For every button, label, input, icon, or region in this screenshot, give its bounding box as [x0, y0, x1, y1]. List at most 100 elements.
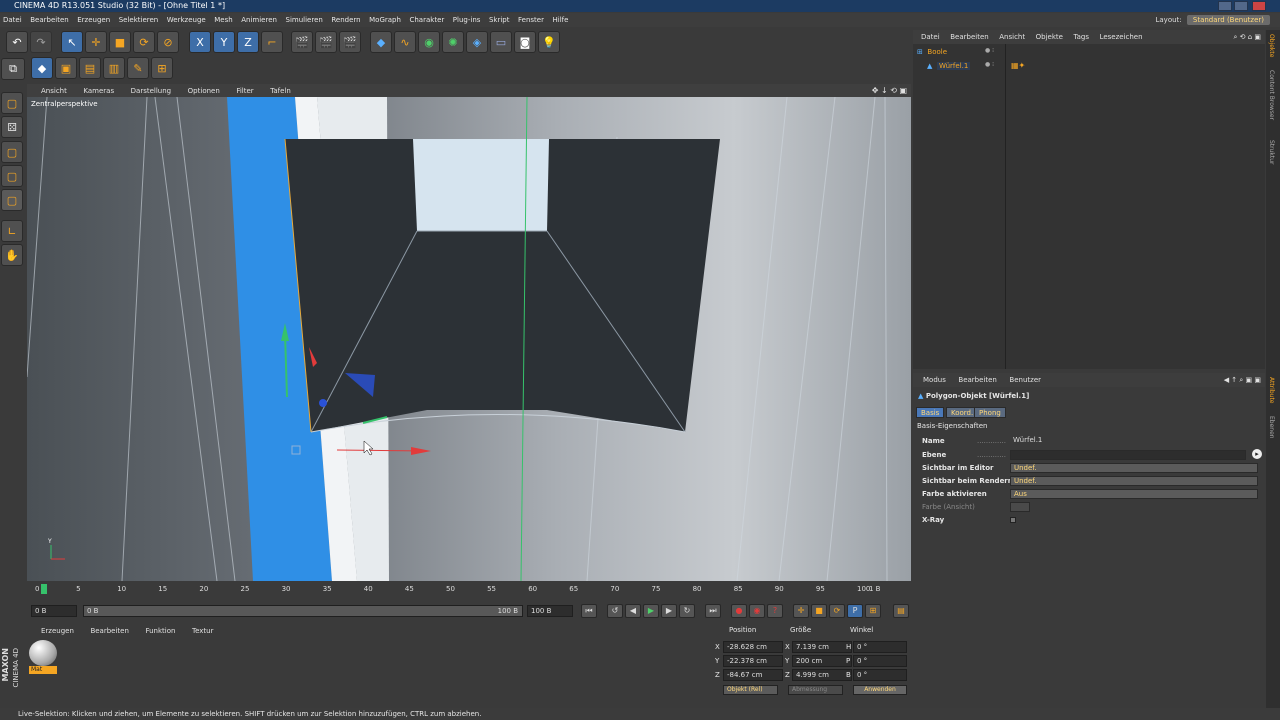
undo-icon[interactable]: ↶: [6, 31, 28, 53]
minimize-button[interactable]: [1218, 1, 1232, 11]
prev-frame-icon[interactable]: ◀: [625, 604, 641, 618]
tab-phong[interactable]: Phong: [974, 407, 1006, 418]
display-color-select[interactable]: Aus: [1010, 489, 1258, 499]
menu-erzeugen[interactable]: Erzeugen: [74, 13, 113, 27]
menu-rendern[interactable]: Rendern: [328, 13, 363, 27]
menu-selektieren[interactable]: Selektieren: [116, 13, 162, 27]
attr-menu-modus[interactable]: Modus: [923, 373, 946, 387]
attribute-nav-icons[interactable]: ◀ ↑ ⌕ ▣ ▣: [1224, 373, 1261, 387]
rotation-p-field[interactable]: 0 °: [853, 655, 907, 667]
menu-skript[interactable]: Skript: [486, 13, 513, 27]
sidebar-tab-attribute[interactable]: Attribute: [1268, 377, 1275, 404]
visible-render-select[interactable]: Undef.: [1010, 476, 1258, 486]
attr-menu-bearbeiten[interactable]: Bearbeiten: [958, 373, 996, 387]
size-z-field[interactable]: 4.999 cm: [792, 669, 852, 681]
position-x-field[interactable]: -28.628 cm: [723, 641, 783, 653]
menu-datei[interactable]: Datei: [0, 13, 25, 27]
sidebar-tab-ebenen[interactable]: Ebenen: [1268, 416, 1275, 439]
workplane-mode-icon[interactable]: ▥: [103, 57, 125, 79]
xray-checkbox[interactable]: [1010, 517, 1016, 523]
menu-bearbeiten[interactable]: Bearbeiten: [27, 13, 71, 27]
x-axis-lock-icon[interactable]: X: [189, 31, 211, 53]
layout-selector[interactable]: Layout: Standard (Benutzer): [1155, 13, 1270, 27]
tag-icons[interactable]: ▦✦: [1011, 61, 1025, 70]
goto-start-icon[interactable]: ⏮: [581, 604, 597, 618]
sidebar-tab-content-browser[interactable]: Content Browser: [1268, 70, 1275, 120]
render-settings-icon[interactable]: 🎬: [339, 31, 361, 53]
position-y-field[interactable]: -22.378 cm: [723, 655, 783, 667]
play-icon[interactable]: ▶: [643, 604, 659, 618]
maximize-button[interactable]: [1234, 1, 1248, 11]
3d-viewport[interactable]: Y Zentralperspektive: [27, 97, 911, 581]
redo-icon[interactable]: ↷: [30, 31, 52, 53]
camera-icon[interactable]: ◙: [514, 31, 536, 53]
rotation-b-field[interactable]: 0 °: [853, 669, 907, 681]
key-rotation-icon[interactable]: ⟳: [829, 604, 845, 618]
position-z-field[interactable]: -84.67 cm: [723, 669, 783, 681]
edges-mode-icon[interactable]: ⚄: [1, 116, 23, 138]
recent-tool-icon[interactable]: ⊘: [157, 31, 179, 53]
menu-hilfe[interactable]: Hilfe: [550, 13, 572, 27]
texture-mode-icon[interactable]: ▤: [79, 57, 101, 79]
floor-icon[interactable]: ▭: [490, 31, 512, 53]
playhead[interactable]: [41, 584, 47, 594]
tweak-mode-icon[interactable]: ✋: [1, 244, 23, 266]
layer-field[interactable]: [1010, 450, 1246, 460]
object-row-boole[interactable]: ⊞ Boole ● ⁝: [917, 47, 1257, 58]
points-mode-icon[interactable]: ▢: [1, 92, 23, 114]
apply-button[interactable]: Anwenden: [853, 685, 907, 695]
subdivision-icon[interactable]: ◉: [418, 31, 440, 53]
menu-mograph[interactable]: MoGraph: [366, 13, 404, 27]
obj-menu-ansicht[interactable]: Ansicht: [999, 30, 1025, 44]
material-swatch[interactable]: Mat: [29, 640, 57, 674]
tab-basis[interactable]: Basis: [916, 407, 945, 418]
autokey-icon[interactable]: ◉: [749, 604, 765, 618]
axis-mode-icon[interactable]: ∟: [1, 220, 23, 242]
object-mode-icon[interactable]: ▣: [55, 57, 77, 79]
viewport-nav-icons[interactable]: ✥ ↓ ⟲ ▣: [872, 84, 907, 97]
light-icon[interactable]: 💡: [538, 31, 560, 53]
mat-menu-textur[interactable]: Textur: [192, 624, 213, 638]
size-mode-select[interactable]: Abmessung: [788, 685, 843, 695]
uv-points-mode-icon[interactable]: ▢: [1, 165, 23, 187]
key-scale-icon[interactable]: ■: [811, 604, 827, 618]
mat-menu-bearbeiten[interactable]: Bearbeiten: [90, 624, 128, 638]
size-x-field[interactable]: 7.139 cm: [792, 641, 852, 653]
menu-charakter[interactable]: Charakter: [406, 13, 447, 27]
make-editable-icon[interactable]: ⧉: [1, 58, 25, 80]
obj-menu-lesezeichen[interactable]: Lesezeichen: [1100, 30, 1143, 44]
obj-menu-datei[interactable]: Datei: [921, 30, 940, 44]
array-icon[interactable]: ✺: [442, 31, 464, 53]
key-parameter-icon[interactable]: P: [847, 604, 863, 618]
key-position-icon[interactable]: ✛: [793, 604, 809, 618]
menu-fenster[interactable]: Fenster: [515, 13, 547, 27]
deformer-icon[interactable]: ◈: [466, 31, 488, 53]
keyframe-selection-icon[interactable]: ?: [767, 604, 783, 618]
record-key-icon[interactable]: ●: [731, 604, 747, 618]
mat-menu-funktion[interactable]: Funktion: [145, 624, 175, 638]
timeline-window-icon[interactable]: ▤: [893, 604, 909, 618]
obj-menu-tags[interactable]: Tags: [1074, 30, 1090, 44]
live-selection-icon[interactable]: ↖: [61, 31, 83, 53]
z-axis-lock-icon[interactable]: Z: [237, 31, 259, 53]
close-button[interactable]: [1252, 1, 1266, 11]
visibility-dots[interactable]: ● ⁝: [985, 61, 994, 68]
sidebar-tab-objekte[interactable]: Objekte: [1268, 34, 1275, 57]
visibility-dots[interactable]: ● ⁝: [985, 47, 994, 54]
attr-menu-benutzer[interactable]: Benutzer: [1009, 373, 1041, 387]
name-field[interactable]: Würfel.1: [1010, 436, 1258, 446]
visible-editor-select[interactable]: Undef.: [1010, 463, 1258, 473]
key-pla-icon[interactable]: ⊞: [865, 604, 881, 618]
menu-plugins[interactable]: Plug-ins: [450, 13, 484, 27]
polygons-mode-icon[interactable]: ▢: [1, 141, 23, 163]
obj-menu-objekte[interactable]: Objekte: [1036, 30, 1063, 44]
y-axis-lock-icon[interactable]: Y: [213, 31, 235, 53]
prev-key-icon[interactable]: ↺: [607, 604, 623, 618]
obj-menu-bearbeiten[interactable]: Bearbeiten: [950, 30, 988, 44]
cube-object-icon[interactable]: ◆: [370, 31, 392, 53]
timeline-ruler[interactable]: 0 5 10 15 20 25 30 35 40 45 50 55 60 65 70 75 80 85 90 95 10…: [27, 582, 911, 598]
end-frame-field[interactable]: 100 B: [527, 605, 573, 617]
goto-end-icon[interactable]: ⏭: [705, 604, 721, 618]
menu-simulieren[interactable]: Simulieren: [283, 13, 326, 27]
move-icon[interactable]: ✛: [85, 31, 107, 53]
